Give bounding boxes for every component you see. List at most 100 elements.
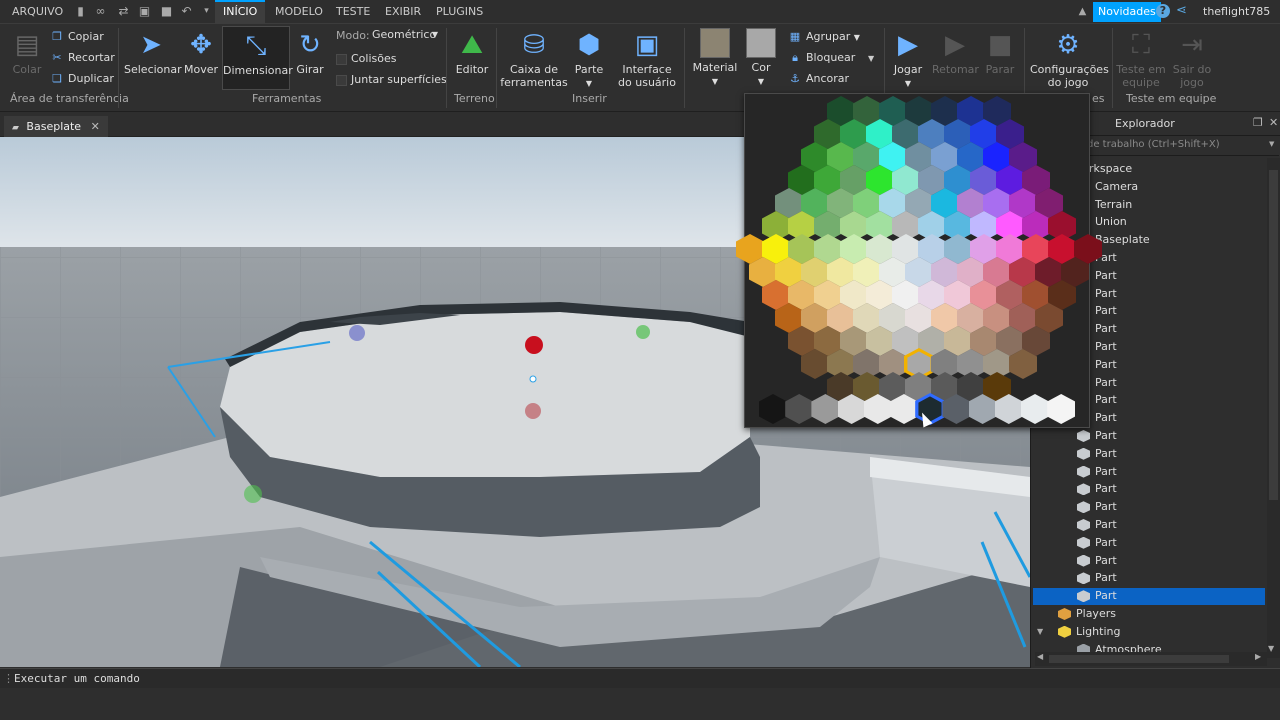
- toolbox-button[interactable]: ⛁ Caixa de ferramentas: [500, 30, 568, 89]
- tree-item-players[interactable]: Players: [1076, 607, 1116, 621]
- tree-item[interactable]: Union: [1095, 215, 1127, 229]
- tree-item-lighting[interactable]: Lighting: [1076, 625, 1120, 639]
- stop-button[interactable]: ■ Parar: [984, 30, 1016, 76]
- username[interactable]: theflight785: [1203, 0, 1270, 24]
- scrollbar-thumb[interactable]: [1269, 170, 1278, 500]
- share-network-icon[interactable]: ⋖: [1176, 3, 1187, 18]
- part-icon: [1077, 430, 1090, 442]
- tree-item-part[interactable]: Part: [1095, 322, 1117, 336]
- tree-item-part[interactable]: Part: [1095, 304, 1117, 318]
- exit-icon: ⇥: [1181, 30, 1203, 60]
- tree-item[interactable]: Baseplate: [1095, 233, 1150, 247]
- chevron-down-icon[interactable]: ▼: [868, 54, 874, 63]
- lock-button[interactable]: 🔒︎ Bloquear: [788, 51, 855, 65]
- tree-item-part[interactable]: Part: [1095, 536, 1117, 550]
- scroll-down-icon[interactable]: ▼: [1268, 644, 1274, 653]
- material-button[interactable]: Material ▼: [692, 28, 738, 88]
- tree-item-part[interactable]: Part: [1095, 393, 1117, 407]
- resume-button[interactable]: ▶ Retomar: [932, 30, 979, 76]
- horizontal-scrollbar[interactable]: ◀ ▶: [1035, 652, 1267, 666]
- tree-item-part[interactable]: Part: [1095, 411, 1117, 425]
- new-file-icon[interactable]: ▮: [74, 5, 87, 18]
- tab-view[interactable]: EXIBIR: [385, 0, 421, 24]
- terrain-editor-button[interactable]: ⛰ Editor: [452, 30, 492, 76]
- color-swatch[interactable]: [759, 394, 787, 424]
- part-button[interactable]: ⬢ Parte ▼: [572, 30, 606, 90]
- tab-plugins[interactable]: PLUGINS: [436, 0, 483, 24]
- color-swatch[interactable]: [1047, 394, 1076, 424]
- hscrollbar-thumb[interactable]: [1049, 655, 1229, 663]
- chevron-down-icon: ▼: [711, 77, 719, 86]
- duplicate-button[interactable]: ❏ Duplicar: [50, 72, 114, 86]
- tree-item-part[interactable]: Part: [1095, 340, 1117, 354]
- file-menu[interactable]: ARQUIVO: [12, 0, 63, 24]
- scale-button[interactable]: ⤡ Dimensionar: [222, 26, 293, 90]
- part-icon: [1077, 519, 1090, 531]
- color-button[interactable]: Cor ▼: [744, 28, 778, 88]
- quick-access-dropdown-icon[interactable]: ▾: [200, 5, 213, 18]
- document-tab[interactable]: ▰ Baseplate ✕: [4, 116, 108, 137]
- collapse-ribbon-icon[interactable]: ▲: [1076, 5, 1089, 18]
- ui-button[interactable]: ▣ Interface do usuário: [616, 30, 678, 89]
- color-picker-popup[interactable]: [736, 93, 1102, 428]
- group-button[interactable]: ▦ Agrupar ▼: [788, 30, 860, 45]
- tree-item-part[interactable]: Part: [1095, 554, 1117, 568]
- anchor-button[interactable]: ⚓︎ Ancorar: [788, 72, 849, 86]
- undo-icon[interactable]: ↶: [180, 5, 193, 18]
- collisions-toggle[interactable]: Colisões: [336, 52, 396, 66]
- select-label: Selecionar: [124, 63, 182, 76]
- select-button[interactable]: ➤ Selecionar: [124, 30, 182, 76]
- paste-button[interactable]: ▤ Colar: [8, 30, 46, 76]
- save-icon[interactable]: ■: [160, 5, 173, 18]
- ui-label-line2: do usuário: [618, 76, 676, 89]
- binoculars-icon[interactable]: ∞: [94, 5, 107, 18]
- cut-button[interactable]: ✂ Recortar: [50, 51, 114, 65]
- tree-item-part[interactable]: Part: [1095, 465, 1117, 479]
- tree-item[interactable]: Camera: [1095, 180, 1138, 194]
- mode-label: Modo:: [336, 29, 370, 42]
- tree-item-part[interactable]: Part: [1095, 500, 1117, 514]
- publish-icon[interactable]: ▣: [138, 5, 151, 18]
- tree-item-atmosphere[interactable]: Atmosphere: [1095, 643, 1162, 652]
- tree-item-part[interactable]: Part: [1095, 429, 1117, 443]
- tab-test[interactable]: TESTE: [336, 0, 370, 24]
- tree-item-part[interactable]: Part: [1095, 447, 1117, 461]
- tree-item-part[interactable]: Part: [1095, 376, 1117, 390]
- color-swatch[interactable]: [785, 394, 814, 424]
- tab-home[interactable]: INÍCIO: [215, 0, 266, 24]
- join-surfaces-toggle[interactable]: Juntar superfícies: [336, 73, 447, 87]
- explorer-scrollbar[interactable]: ▼: [1267, 158, 1280, 658]
- play-button[interactable]: ▶ Jogar ▼: [890, 30, 926, 90]
- help-icon[interactable]: ?: [1156, 4, 1170, 18]
- tree-item-part[interactable]: Part: [1095, 269, 1117, 283]
- command-input[interactable]: Executar um comando: [14, 669, 140, 689]
- color-swatch[interactable]: [1021, 394, 1049, 424]
- mode-dropdown[interactable]: Geométrico ▼: [370, 27, 442, 43]
- team-test-button[interactable]: ⛶ Teste em equipe: [1116, 30, 1166, 89]
- close-icon[interactable]: ✕: [91, 120, 100, 133]
- scale-icon: ⤡: [245, 31, 267, 61]
- game-settings-button[interactable]: ⚙ Configurações do jogo: [1030, 30, 1109, 89]
- rotate-button[interactable]: ↻ Girar: [294, 30, 326, 76]
- tree-item-part[interactable]: Part: [1095, 589, 1117, 603]
- copy-button[interactable]: ❐ Copiar: [50, 30, 104, 44]
- close-icon[interactable]: ✕: [1269, 116, 1278, 129]
- selected-row-highlight: [1033, 588, 1265, 606]
- scroll-right-icon[interactable]: ▶: [1255, 652, 1261, 661]
- clipboard-group-label: Área de transferência: [10, 92, 129, 105]
- scroll-left-icon[interactable]: ◀: [1037, 652, 1043, 661]
- chevron-down-icon[interactable]: ▼: [1037, 627, 1043, 636]
- tree-item-part[interactable]: Part: [1095, 571, 1117, 585]
- tree-item-part[interactable]: Part: [1095, 358, 1117, 372]
- tree-item-part[interactable]: Part: [1095, 518, 1117, 532]
- tree-item[interactable]: Terrain: [1095, 198, 1132, 212]
- command-bar[interactable]: ⋮ Executar um comando: [0, 668, 1280, 688]
- tree-item-workspace[interactable]: rkspace: [1089, 162, 1132, 176]
- share-icon[interactable]: ⇄: [117, 5, 130, 18]
- move-button[interactable]: ✥ Mover: [182, 30, 220, 76]
- tab-model[interactable]: MODELO: [275, 0, 323, 24]
- tree-item-part[interactable]: Part: [1095, 287, 1117, 301]
- tree-item-part[interactable]: Part: [1095, 482, 1117, 496]
- exit-game-button[interactable]: ⇥ Sair do jogo: [1172, 30, 1212, 89]
- news-button[interactable]: Novidades: [1093, 2, 1161, 22]
